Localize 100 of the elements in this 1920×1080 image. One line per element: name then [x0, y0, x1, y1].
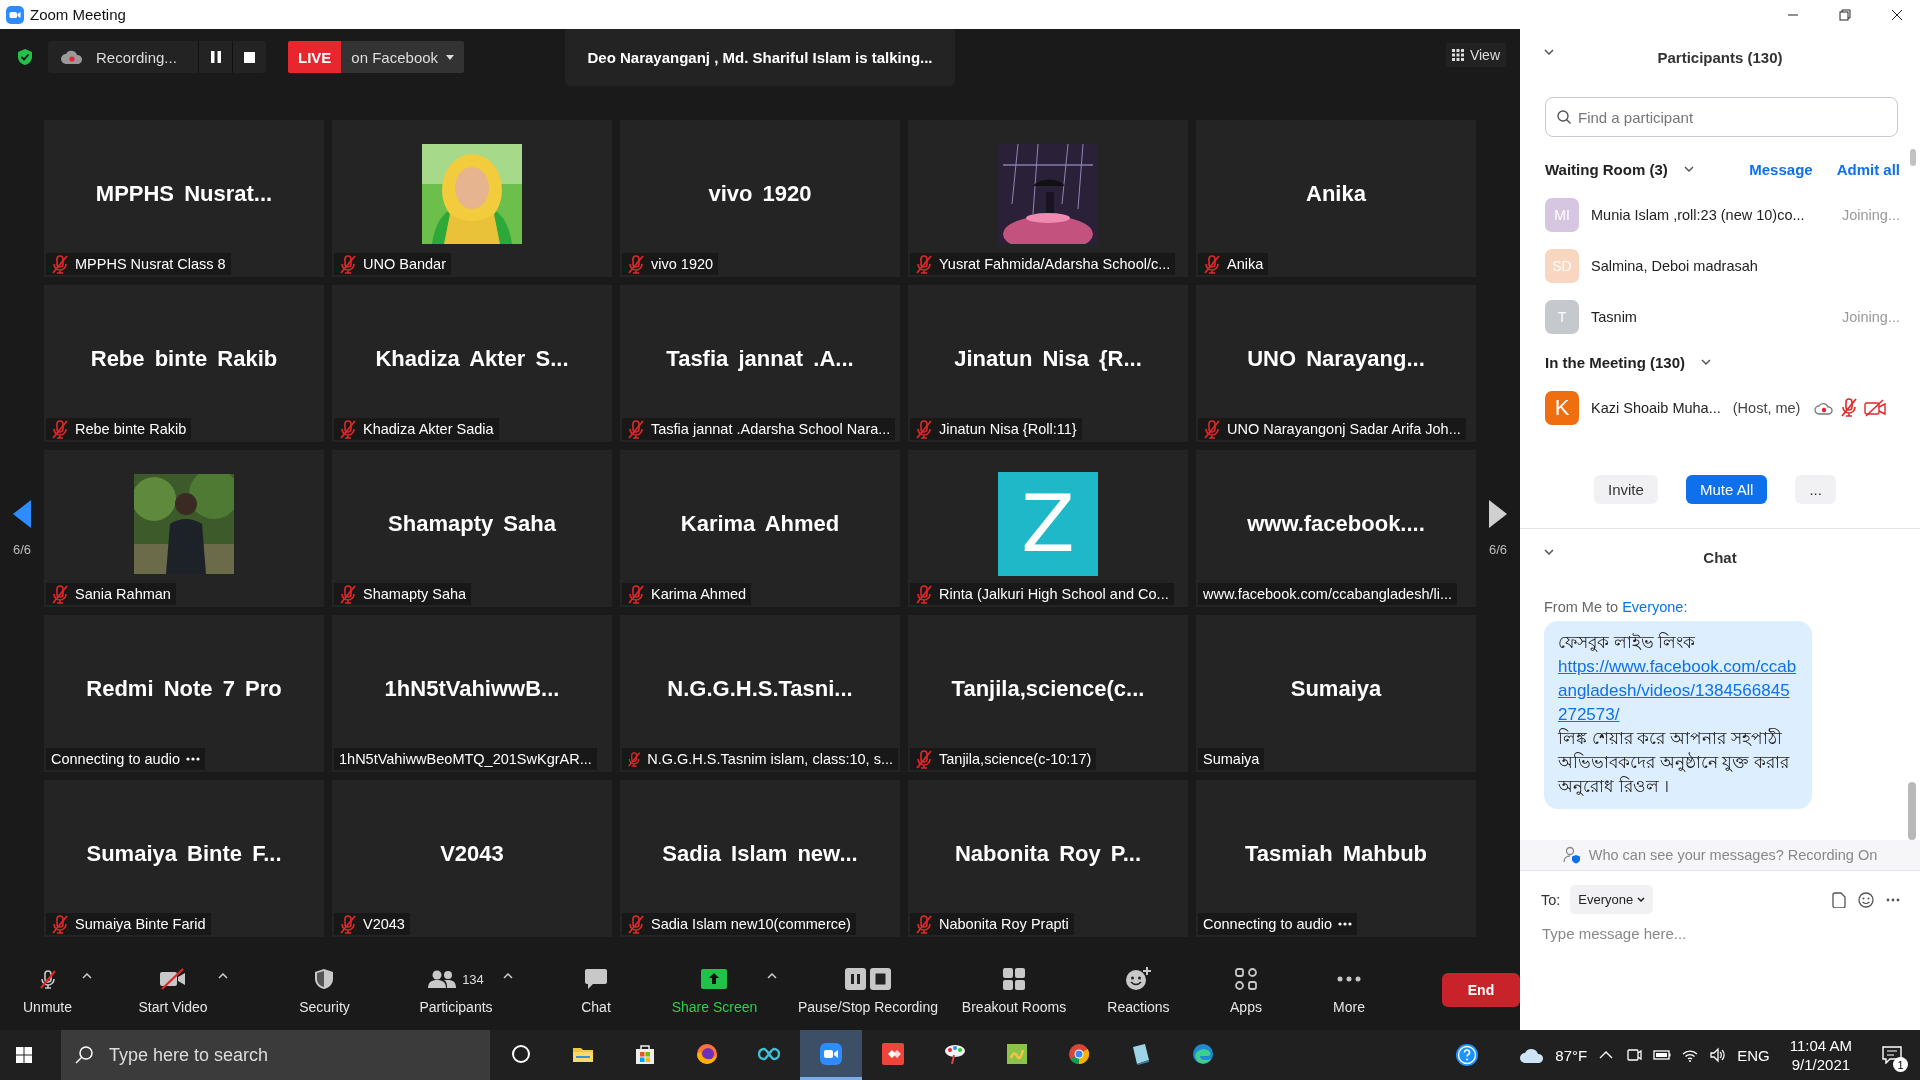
- name-label: vivo 1920: [651, 256, 714, 272]
- invite-button[interactable]: Invite: [1594, 475, 1658, 504]
- live-badge: LIVE: [288, 41, 342, 73]
- collapse-button[interactable]: [1544, 549, 1554, 555]
- close-icon[interactable]: [1891, 8, 1903, 21]
- reactions-button[interactable]: Reactions: [1107, 965, 1170, 1015]
- shield-icon: [314, 968, 335, 990]
- message-link[interactable]: https://www.facebook.com/ccabangladesh/videos/1384566845272573/: [1558, 655, 1798, 727]
- name-label: Yusrat Fahmida/Adarsha School/c...: [939, 256, 1171, 272]
- display-name: Anika: [1306, 180, 1366, 207]
- expand-toggle[interactable]: [1683, 164, 1694, 174]
- name-label: Sadia Islam new10(commerce): [651, 916, 851, 932]
- collapse-button[interactable]: [1544, 49, 1554, 55]
- name-label: Sumaiya Binte Farid: [75, 916, 206, 932]
- name-label: N.G.G.H.S.Tasnim islam, class:10, s...: [647, 751, 893, 767]
- emoji-icon[interactable]: [1858, 891, 1874, 908]
- mic-button[interactable]: Unmute: [23, 965, 72, 1015]
- name-label: UNO Bandar: [363, 256, 446, 272]
- end-button[interactable]: End: [1442, 973, 1520, 1007]
- display-name: N.G.G.H.S.Tasni...: [667, 675, 853, 702]
- caret-icon: [446, 54, 455, 60]
- video-camera-icon: [820, 1042, 842, 1065]
- expand-toggle[interactable]: [1701, 357, 1712, 367]
- four-squares-icon: [1003, 968, 1025, 990]
- page-indicator: 6/6: [1488, 542, 1508, 557]
- panel-title: Participants (130): [1657, 48, 1783, 66]
- more-dots-icon[interactable]: [1886, 897, 1900, 902]
- name-label: V2043: [363, 916, 405, 932]
- participant-role: (Host, me): [1732, 399, 1801, 416]
- notification-button[interactable]: 1: [1872, 1035, 1912, 1075]
- notification-count: 1: [1893, 1057, 1908, 1072]
- security-button[interactable]: Security: [299, 965, 350, 1015]
- options-caret[interactable]: [502, 973, 513, 979]
- person-shield-icon: [1562, 846, 1581, 864]
- next-page-button[interactable]: [1489, 500, 1507, 528]
- people-icon: [428, 970, 457, 988]
- crossed-camera-icon: [159, 968, 187, 990]
- view-button[interactable]: View: [1445, 43, 1506, 67]
- share-screen-icon: [701, 969, 728, 989]
- message-link[interactable]: Message: [1749, 160, 1813, 178]
- stop-icon[interactable]: [244, 51, 255, 63]
- more-button[interactable]: More: [1333, 965, 1365, 1015]
- help-icon[interactable]: [1455, 1043, 1480, 1067]
- more-button[interactable]: ...: [1795, 475, 1836, 504]
- chat-bubble-icon: [584, 968, 608, 990]
- chat-button[interactable]: Chat: [581, 965, 611, 1015]
- options-caret[interactable]: [82, 973, 92, 979]
- breakout-button[interactable]: Breakout Rooms: [961, 965, 1067, 1015]
- smiley-plus-icon: [1125, 967, 1152, 991]
- options-caret[interactable]: [217, 973, 228, 979]
- pause-icon[interactable]: [210, 51, 221, 63]
- name-label: MPPHS Nusrat Class 8: [75, 256, 226, 272]
- display-name: www.facebook....: [1247, 510, 1425, 537]
- participants-button[interactable]: 134 Participants: [419, 965, 493, 1015]
- recording-button[interactable]: Pause/Stop Recording: [797, 965, 939, 1015]
- speaker-icon[interactable]: [1709, 1046, 1728, 1064]
- participant-name: Salmina, Deboi madrasah: [1591, 257, 1758, 274]
- display-name: V2043: [440, 840, 504, 867]
- display-name: Sumaiya: [1290, 675, 1382, 702]
- restore-icon[interactable]: [1839, 8, 1851, 21]
- name-label: Connecting to audio: [51, 751, 180, 767]
- display-name: Redmi Note 7 Pro: [86, 675, 282, 702]
- input-language[interactable]: ENG: [1737, 1046, 1770, 1064]
- message-text: লিঙ্ক শেয়ার করে আপনার সহপাঠী অভিভাবকদের অনুষ্ঠানে যুক্ত করার অনুরোধ রিওল ।: [1558, 727, 1791, 798]
- video-button[interactable]: Start Video: [138, 965, 208, 1015]
- display-name: Khadiza Akter S...: [375, 345, 569, 372]
- options-caret[interactable]: [767, 973, 778, 979]
- clock-time[interactable]: 11:04 AM: [1789, 1036, 1852, 1055]
- search-field[interactable]: Find a participant: [1545, 97, 1898, 137]
- name-label: UNO Narayangonj Sadar Arifa Joh...: [1227, 421, 1461, 437]
- letter-avatar: Z: [998, 471, 1098, 576]
- mute-all-button[interactable]: Mute All: [1685, 475, 1768, 504]
- name-label: Anika: [1227, 256, 1264, 272]
- avatar: K: [1545, 390, 1579, 425]
- admit-all-link[interactable]: Admit all: [1836, 160, 1900, 178]
- display-name: vivo 1920: [708, 180, 812, 207]
- recipient-dropdown[interactable]: Everyone: [1570, 885, 1654, 914]
- display-name: UNO Narayang...: [1247, 345, 1425, 372]
- section-title: Waiting Room (3): [1545, 160, 1668, 178]
- monitor-icon[interactable]: [1625, 1046, 1644, 1064]
- live-destination-dropdown[interactable]: on Facebook: [341, 41, 465, 73]
- share-button[interactable]: Share Screen: [671, 965, 758, 1015]
- previous-page-button[interactable]: [13, 500, 31, 528]
- taskbar-search-field[interactable]: Type here to search: [61, 1030, 490, 1080]
- apps-button[interactable]: Apps: [1230, 965, 1262, 1015]
- panel-title: Chat: [1703, 548, 1737, 566]
- file-icon[interactable]: [1832, 891, 1846, 908]
- avatar: MI: [1545, 197, 1579, 232]
- name-label: Nabonita Roy Prapti: [939, 916, 1069, 932]
- display-name: Sadia Islam new...: [662, 840, 858, 867]
- cloud-icon: [1519, 1046, 1546, 1064]
- participant-name: Munia Islam ,roll:23 (new 10)co...: [1591, 206, 1805, 223]
- name-label: Shamapty Saha: [363, 586, 467, 602]
- clock-date[interactable]: 9/1/2021: [1791, 1055, 1851, 1074]
- circle-icon: [510, 1042, 532, 1065]
- speaker-banner: Deo Narayanganj , Md. Shariful Islam is talking...: [565, 29, 955, 86]
- name-label: Connecting to audio: [1203, 916, 1332, 932]
- name-label: Rebe binte Rakib: [75, 421, 187, 437]
- avatar: T: [1545, 299, 1579, 334]
- taskbar-app[interactable]: [800, 1030, 862, 1080]
